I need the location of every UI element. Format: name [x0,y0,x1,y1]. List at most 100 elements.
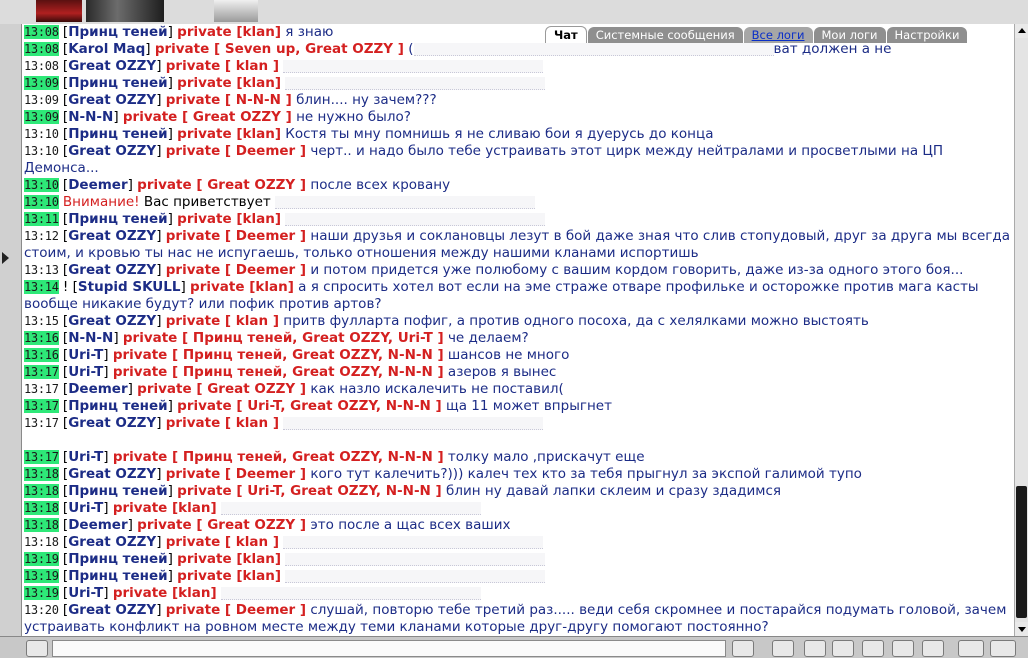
sender-nick[interactable]: Great OZZY [68,534,156,550]
private-recipients[interactable]: private [klan] [177,211,281,227]
sender-nick[interactable]: Принц теней [68,568,167,584]
sender-nick[interactable]: Stupid SKULL [78,279,181,295]
private-recipients[interactable]: private [ Deemer ] [166,466,306,482]
private-recipients[interactable]: private [ Deemer ] [166,143,306,159]
private-recipients[interactable]: private [ Deemer ] [166,228,306,244]
toolbar-button[interactable] [772,640,794,657]
toolbar-button[interactable] [832,640,854,657]
private-recipients[interactable]: private [ klan ] [166,415,279,431]
sender-nick[interactable]: Принц теней [68,24,167,40]
toolbar-button[interactable] [892,640,914,657]
private-recipients[interactable]: private [ Great OZZY ] [137,381,306,397]
sender-nick[interactable]: N-N-N [68,109,113,125]
private-recipients[interactable]: private [ Принц теней, Great OZZY, N-N-N… [113,449,444,465]
avatar[interactable] [86,0,164,22]
chat-input[interactable] [52,640,726,657]
sender-nick[interactable]: Принц теней [68,398,167,414]
private-recipients[interactable]: private [ Принц теней, Great OZZY, N-N-N… [113,364,444,380]
bracket: ] [156,58,166,74]
private-recipients[interactable]: private [ Great OZZY ] [137,517,306,533]
private-recipients[interactable]: private [klan] [177,24,281,40]
private-recipients[interactable]: private [ Great OZZY ] [123,109,292,125]
tab-settings[interactable]: Настройки [886,27,968,43]
private-recipients[interactable]: private [klan] [190,279,294,295]
private-recipients[interactable]: private [ klan ] [166,534,279,550]
bracket: ] [127,177,138,193]
private-recipients[interactable]: private [ N-N-N ] [166,92,292,108]
private-recipients[interactable]: private [ Uri-T, Great OZZY, N-N-N ] [177,398,442,414]
toolbar-button[interactable] [990,640,1016,657]
private-recipients[interactable]: private [klan] [113,585,217,601]
bracket: ] [156,313,166,329]
bracket: ] [103,347,113,363]
private-recipients[interactable]: private [ Deemer ] [166,262,306,278]
message-text: и потом придется уже полюбому с вашим ко… [306,262,964,278]
redacted-text [283,416,544,430]
sender-nick[interactable]: Принц теней [68,126,167,142]
sender-nick[interactable]: Принц теней [68,75,167,91]
message-timestamp: 13:19 [24,569,59,583]
sender-nick[interactable]: Deemer [68,381,127,397]
sender-nick[interactable]: Great OZZY [68,92,156,108]
sender-nick[interactable]: Uri-T [68,364,103,380]
toolbar-button[interactable] [922,640,944,657]
tab-all-logs[interactable]: Все логи [743,27,813,43]
sender-nick[interactable]: Karol Maq [68,41,145,57]
message-timestamp: 13:17 [24,382,59,396]
private-recipients[interactable]: private [ klan ] [166,58,279,74]
private-recipients[interactable]: private [klan] [177,551,281,567]
sender-nick[interactable]: Great OZZY [68,58,156,74]
private-recipients[interactable]: private [ klan ] [166,313,279,329]
private-recipients[interactable]: private [ Deemer ] [166,602,306,618]
private-recipients[interactable]: private [ Принц теней, Great OZZY, N-N-N… [113,347,444,363]
toolbar-button[interactable] [862,640,884,657]
message-timestamp: 13:08 [24,59,59,73]
sender-nick[interactable]: Uri-T [68,585,103,601]
sender-nick[interactable]: N-N-N [68,330,113,346]
sender-nick[interactable]: Uri-T [68,347,103,363]
toolbar-button[interactable] [958,640,984,657]
private-recipients[interactable]: private [klan] [177,568,281,584]
message-timestamp: 13:10 [24,195,59,209]
sender-nick[interactable]: Принц теней [68,483,167,499]
private-recipients[interactable]: private [ Seven up, Great OZZY ] [155,41,404,57]
chat-scrollbar[interactable] [1014,24,1028,636]
sender-nick[interactable]: Deemer [68,517,127,533]
private-recipients[interactable]: private [klan] [177,126,281,142]
bracket: ] [103,585,113,601]
tab-my-logs[interactable]: Мои логи [813,27,886,43]
sender-nick[interactable]: Great OZZY [68,415,156,431]
scroll-thumb[interactable] [1016,486,1027,618]
sender-nick[interactable]: Deemer [68,177,127,193]
sender-nick[interactable]: Uri-T [68,449,103,465]
sender-nick[interactable]: Great OZZY [68,228,156,244]
chat-message-row: 13:08 [Karol Maq] private [ Seven up, Gr… [22,41,1014,58]
scroll-up-arrow-icon[interactable] [1015,24,1028,38]
message-timestamp: 13:16 [24,348,59,362]
toolbar-button[interactable] [804,640,826,657]
tab-system-messages[interactable]: Системные сообщения [587,27,743,43]
chat-message-row: 13:11 [Принц теней] private [klan] [22,211,1014,228]
message-timestamp: 13:09 [24,93,59,107]
private-recipients[interactable]: private [ Принц теней, Great OZZY, Uri-T… [123,330,444,346]
private-recipients[interactable]: private [ Great OZZY ] [137,177,306,193]
chat-message-row: 13:10 Внимание! Вас приветствует [22,194,1014,211]
sender-nick[interactable]: Uri-T [68,500,103,516]
private-recipients[interactable]: private [ Uri-T, Great OZZY, N-N-N ] [177,483,442,499]
private-recipients[interactable]: private [klan] [177,75,281,91]
sender-nick[interactable]: Принц теней [68,211,167,227]
sender-nick[interactable]: Great OZZY [68,143,156,159]
chat-mode-button[interactable] [26,640,48,657]
tab-chat[interactable]: Чат [545,26,587,43]
sender-nick[interactable]: Great OZZY [68,262,156,278]
toolbar-button[interactable] [732,640,754,657]
avatar[interactable] [214,0,258,22]
scroll-down-arrow-icon[interactable] [1015,622,1028,636]
collapse-arrow-icon[interactable] [2,252,9,264]
sender-nick[interactable]: Great OZZY [68,313,156,329]
avatar[interactable] [36,0,82,22]
sender-nick[interactable]: Принц теней [68,551,167,567]
private-recipients[interactable]: private [klan] [113,500,217,516]
sender-nick[interactable]: Great OZZY [68,466,156,482]
sender-nick[interactable]: Great OZZY [68,602,156,618]
